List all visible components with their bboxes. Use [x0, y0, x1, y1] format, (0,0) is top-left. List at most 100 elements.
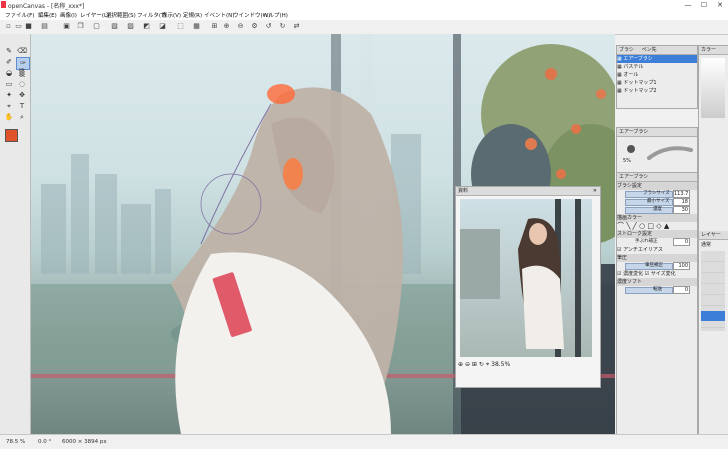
new-file-icon[interactable]: ▫ — [4, 22, 13, 31]
transfer-row[interactable]: 転送 0 — [617, 286, 697, 294]
setting-row[interactable]: 最小サイズ 18 — [617, 198, 697, 206]
brush-item[interactable]: ▦ オール — [617, 71, 697, 79]
zoom-in-icon[interactable]: ⊕ — [222, 22, 231, 31]
ref-zoom-out-icon[interactable]: ⊖ — [465, 361, 470, 368]
eyedropper-tool-icon[interactable]: ⌖ — [3, 101, 15, 112]
section-opacity[interactable]: 濃度ソフト — [617, 278, 697, 286]
hand-tool-icon[interactable]: ✋ — [3, 112, 15, 123]
tab-brush[interactable]: ブラシ — [619, 47, 634, 53]
select-all-icon[interactable]: ⬚ — [176, 22, 185, 31]
setting-row[interactable]: ブラシサイズ 113.7 — [617, 190, 697, 198]
reference-window[interactable]: 資料 ✕ ⊕ ⊖ ⊞ ↻ ⌖ 38.5% — [455, 186, 601, 388]
section-brush-settings[interactable]: ブラシ設定 — [617, 182, 697, 190]
zoom-out-icon[interactable]: ⊖ — [236, 22, 245, 31]
save-icon[interactable]: ■ — [24, 22, 33, 31]
maximize-button[interactable]: ☐ — [696, 0, 712, 10]
move-tool-icon[interactable]: ✥ — [16, 90, 28, 101]
zoom-tool-icon[interactable]: ⌕ — [16, 112, 28, 123]
paste-icon[interactable]: ▢ — [92, 22, 101, 31]
brush-item[interactable]: ▦ ドットマップ2 — [617, 87, 697, 95]
brush-settings-panel: エアーブラシ ブラシ設定 ブラシサイズ 113.7 最小サイズ 18 濃度 30… — [616, 172, 698, 436]
brush-item[interactable]: ▦ パステル — [617, 63, 697, 71]
brush-item[interactable]: ▦ ドットマップ1 — [617, 79, 697, 87]
ref-fit-icon[interactable]: ⊞ — [472, 361, 477, 368]
brush-tool-icon[interactable]: ✐ — [3, 57, 15, 68]
lasso-tool-icon[interactable]: ◌ — [16, 79, 28, 90]
close-button[interactable]: ✕ — [712, 0, 728, 10]
primary-color-swatch[interactable] — [5, 129, 18, 142]
reference-photo — [460, 199, 581, 357]
menu-image[interactable]: 画像(I) — [60, 11, 77, 19]
drawing-canvas[interactable]: 資料 ✕ ⊕ ⊖ ⊞ ↻ ⌖ 38.5% — [31, 34, 615, 434]
select-rect-tool-icon[interactable]: ▭ — [3, 79, 15, 90]
open-folder-icon[interactable]: ▭ — [14, 22, 23, 31]
eraser-tool-icon[interactable]: ⌫ — [16, 46, 28, 57]
pen-tool-icon[interactable]: ✎ — [3, 46, 15, 57]
ref-rotate-icon[interactable]: ↻ — [479, 361, 484, 368]
stabilizer-row[interactable]: 手ぶれ補正 0 — [617, 238, 697, 246]
brush-preview-panel: エアーブラシ 5% — [616, 127, 698, 173]
menu-file[interactable]: ファイル(F) — [5, 11, 34, 19]
layer-item-selected[interactable] — [701, 311, 725, 321]
section-pressure[interactable]: 筆圧 — [617, 254, 697, 262]
section-tip[interactable]: 描画カラー — [617, 214, 697, 222]
menu-help[interactable]: ヘルプ(H) — [263, 11, 288, 19]
menu-layer[interactable]: レイヤー(L) — [80, 11, 109, 19]
brush-panel: ブラシ ペン先 ▦ エアーブラシ ▦ パステル ▦ オール ▦ ドットマップ1 … — [616, 45, 698, 109]
brush-settings-header: エアーブラシ — [617, 173, 697, 182]
menu-ruler[interactable]: 定規(R) — [183, 11, 202, 19]
preview-tab[interactable]: エアーブラシ — [617, 128, 697, 137]
blend-mode-select[interactable]: 通常 — [701, 241, 711, 249]
brush-item[interactable]: ▦ エアーブラシ — [617, 55, 697, 63]
minimize-button[interactable]: — — [680, 0, 696, 10]
copy-icon[interactable]: ❐ — [76, 22, 85, 31]
tip-shape-row[interactable]: ⌒ ╲ ╱ ○ □ ◇ ▲ — [617, 222, 697, 230]
deselect-icon[interactable]: ▦ — [192, 22, 201, 31]
color-wheel[interactable] — [701, 58, 725, 118]
image-icon[interactable]: ▣ — [62, 22, 71, 31]
section-stroke[interactable]: ストローク設定 — [617, 230, 697, 238]
toolbox: ✎ ⌫ ✐ ✑ ◒ ▒ ▭ ◌ ✦ ✥ ⌖ T ✋ ⌕ — [0, 34, 31, 434]
pressure-row[interactable]: 筆圧補正 100 — [617, 262, 697, 270]
preview-size-label: 5% — [623, 158, 631, 164]
rotation-angle: 0.0 ° — [38, 439, 52, 445]
reference-title-bar[interactable]: 資料 ✕ — [456, 187, 600, 196]
print-icon[interactable]: ▤ — [40, 22, 49, 31]
ref-zoom-in-icon[interactable]: ⊕ — [458, 361, 463, 368]
reference-toolbar: ⊕ ⊖ ⊞ ↻ ⌖ 38.5% — [458, 361, 596, 371]
layer-panel-tab[interactable]: レイヤー — [699, 231, 728, 240]
toolbar: ▫ ▭ ■ ▤ ▣ ❐ ▢ ▧ ▨ ◩ ◪ ⬚ ▦ ⊞ ⊕ ⊖ ⚙ ↺ ↻ ⇄ — [0, 20, 728, 35]
color-panel-tab[interactable]: カラー — [699, 46, 728, 55]
brush-tip-preview — [627, 145, 635, 153]
brush-panel-tabs: ブラシ ペン先 — [617, 46, 697, 55]
layer-copy-icon[interactable]: ▨ — [126, 22, 135, 31]
right-dock: カラー レイヤー 通常 — [698, 45, 728, 436]
gradient-tool-icon[interactable]: ▒ — [16, 68, 28, 79]
fill-icon[interactable]: ◪ — [158, 22, 167, 31]
text-tool-icon[interactable]: T — [16, 101, 28, 112]
fit-icon[interactable]: ⊞ — [210, 22, 219, 31]
bucket-tool-icon[interactable]: ◒ — [3, 68, 15, 79]
layer-new-icon[interactable]: ▧ — [110, 22, 119, 31]
reference-close-icon[interactable]: ✕ — [593, 187, 597, 195]
antialias-checkbox[interactable]: ☑ アンチエイリアス — [617, 246, 697, 254]
tab-pen-tip[interactable]: ペン先 — [642, 47, 657, 53]
wand-tool-icon[interactable]: ✦ — [3, 90, 15, 101]
zoom-level: 78.5 % — [6, 439, 26, 445]
rotate-icon[interactable]: ⚙ — [250, 22, 259, 31]
rotate-left-icon[interactable]: ↺ — [264, 22, 273, 31]
menu-view[interactable]: 表示(V) — [162, 11, 181, 19]
reference-image — [460, 199, 592, 357]
layer-merge-icon[interactable]: ◩ — [142, 22, 151, 31]
pressure-checks[interactable]: ☑ 濃度変化 ☑ サイズ変化 — [617, 270, 697, 278]
canvas-size: 6000 × 3894 px — [62, 439, 107, 445]
ref-eyedropper-icon[interactable]: ⌖ — [486, 361, 489, 368]
menu-edit[interactable]: 編集(E) — [38, 11, 57, 19]
menu-event[interactable]: イベント(N) — [204, 11, 234, 19]
rotate-right-icon[interactable]: ↻ — [278, 22, 287, 31]
reference-title: 資料 — [458, 188, 469, 194]
flip-icon[interactable]: ⇄ — [292, 22, 301, 31]
setting-row[interactable]: 濃度 30 — [617, 206, 697, 214]
stroke-preview — [647, 146, 693, 160]
menu-selection[interactable]: 選択範囲(S) — [106, 11, 136, 19]
